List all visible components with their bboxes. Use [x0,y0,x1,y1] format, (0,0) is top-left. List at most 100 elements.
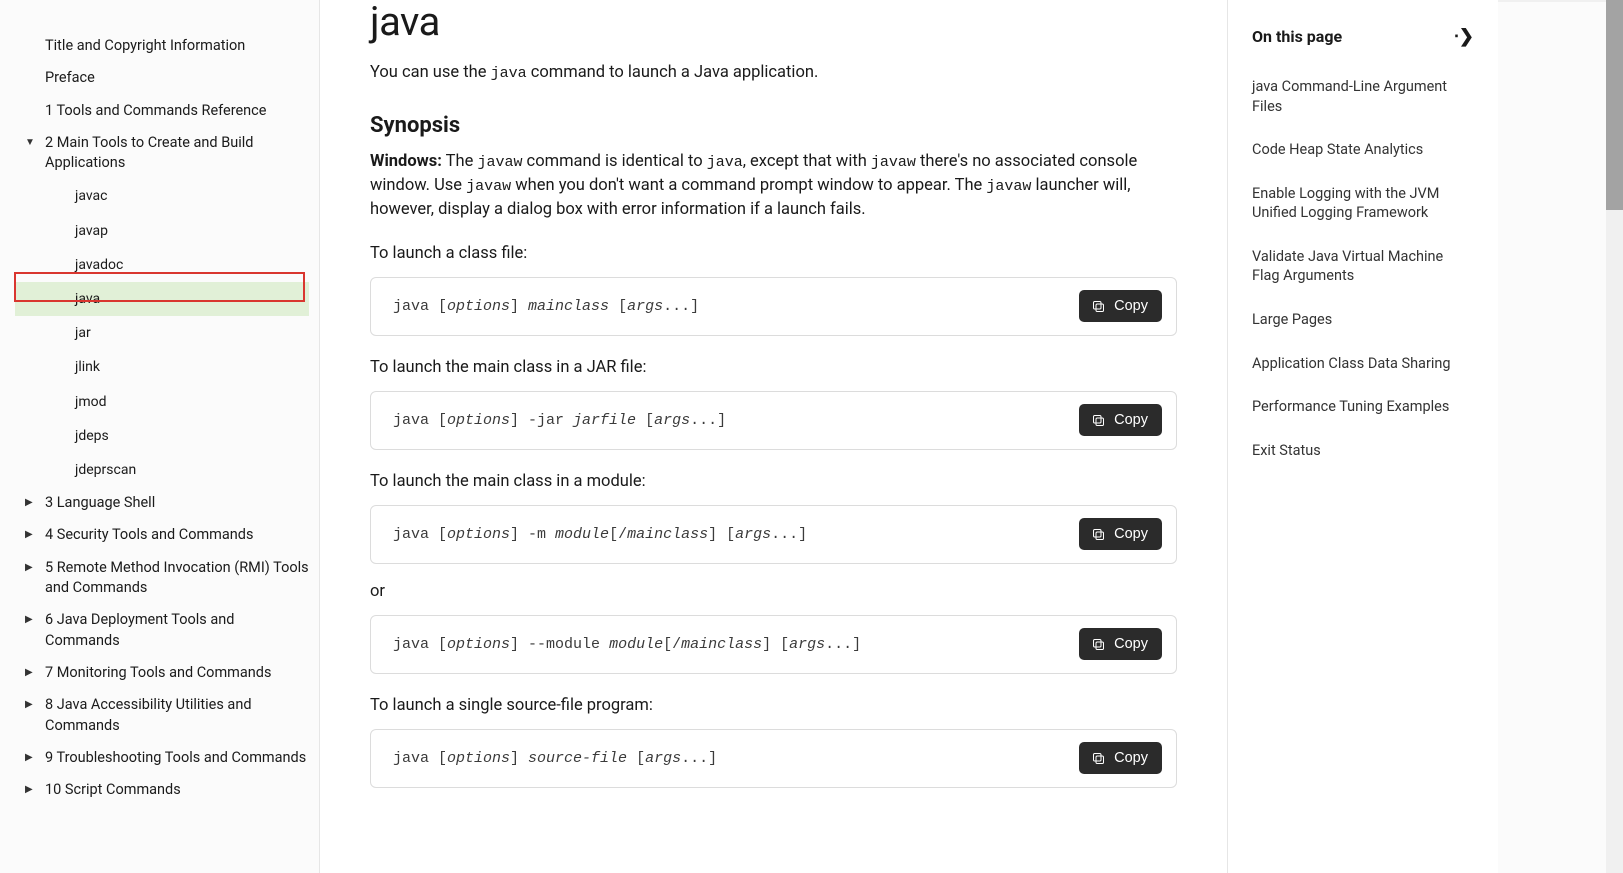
code: [ [636,412,654,429]
toc-item-ch2[interactable]: ▼ 2 Main Tools to Create and Build Appli… [0,127,319,180]
otp-item[interactable]: Code Heap State Analytics [1248,128,1478,172]
code: [/ [663,636,681,653]
inline-code: javaw [466,178,511,195]
text: command to launch a Java application. [527,63,819,82]
code-ital: options [447,298,510,315]
toc-label: Title and Copyright Information [45,36,309,56]
toc-label: 3 Language Shell [45,493,309,513]
code-ital: jarfile [573,412,636,429]
inline-code: java [707,154,743,171]
chevron-right-icon: ▶ [25,558,45,575]
code: ] -m [510,526,555,543]
synopsis-heading: Synopsis [370,113,1177,138]
scrollbar-thumb[interactable] [1606,0,1623,210]
otp-item[interactable]: Enable Logging with the JVM Unified Logg… [1248,172,1478,235]
otp-item[interactable]: Application Class Data Sharing [1248,342,1478,386]
toc-item-ch10[interactable]: ▶ 10 Script Commands [0,774,319,806]
copy-button[interactable]: Copy [1079,290,1162,322]
code: ] [510,750,528,767]
otp-item[interactable]: Validate Java Virtual Machine Flag Argum… [1248,235,1478,298]
copy-icon [1091,413,1106,428]
spacer [25,101,45,104]
toc-item-preface[interactable]: Preface [0,62,319,94]
code: java [ [393,298,447,315]
otp-item[interactable]: Performance Tuning Examples [1248,385,1478,429]
text: , except that with [743,152,871,171]
toc-label: 5 Remote Method Invocation (RMI) Tools a… [45,558,309,599]
chevron-right-icon: ▶ [25,695,45,712]
toc-sub-javap[interactable]: javap [75,214,319,248]
toc-sub-java[interactable]: java [15,282,309,316]
toc-item-ch3[interactable]: ▶ 3 Language Shell [0,487,319,519]
code: ] [ [762,636,789,653]
toc-item-ch8[interactable]: ▶ 8 Java Accessibility Utilities and Com… [0,689,319,742]
copy-label: Copy [1114,636,1148,652]
or-label: or [370,582,1177,601]
code-ital: options [447,412,510,429]
on-this-page-panel: On this page ∙❯ java Command-Line Argume… [1228,0,1498,873]
copy-label: Copy [1114,298,1148,314]
launch-label-classfile: To launch a class file: [370,244,1177,263]
inline-code: javaw [986,178,1031,195]
launch-label-single: To launch a single source-file program: [370,696,1177,715]
toc-item-ch5[interactable]: ▶ 5 Remote Method Invocation (RMI) Tools… [0,552,319,605]
toc-item-ch6[interactable]: ▶ 6 Java Deployment Tools and Commands [0,604,319,657]
code: java [ [393,636,447,653]
on-this-page-list: java Command-Line Argument Files Code He… [1248,65,1478,472]
on-this-page-title: On this page [1252,27,1342,46]
chevron-right-icon: ▶ [25,610,45,627]
launch-label-module: To launch the main class in a module: [370,472,1177,491]
code-ital: args [645,750,681,767]
otp-item[interactable]: Large Pages [1248,298,1478,342]
chevron-right-icon: ▶ [25,663,45,680]
code-ital: args [789,636,825,653]
code: java [ [393,412,447,429]
chevron-right-icon: ▶ [25,525,45,542]
text: The [442,152,478,171]
toc-item-ch7[interactable]: ▶ 7 Monitoring Tools and Commands [0,657,319,689]
copy-button[interactable]: Copy [1079,518,1162,550]
inline-code: java [491,65,527,82]
scrollbar-track[interactable] [1606,0,1623,873]
copy-icon [1091,299,1106,314]
toc-sub-jlink[interactable]: jlink [75,350,319,384]
code-ital: module [555,526,609,543]
otp-item[interactable]: java Command-Line Argument Files [1248,65,1478,128]
copy-button[interactable]: Copy [1079,628,1162,660]
code: ] [510,298,528,315]
collapse-panel-icon[interactable]: ∙❯ [1454,26,1474,47]
code: ...] [825,636,861,653]
toc-label: Preface [45,68,309,88]
toc-label: 8 Java Accessibility Utilities and Comma… [45,695,309,736]
otp-item[interactable]: Exit Status [1248,429,1478,473]
toc-sub-javadoc[interactable]: javadoc [75,248,319,282]
toc-sub-jar[interactable]: jar [75,316,319,350]
toc-label: 6 Java Deployment Tools and Commands [45,610,309,651]
toc-item-ch4[interactable]: ▶ 4 Security Tools and Commands [0,519,319,551]
copy-button[interactable]: Copy [1079,742,1162,774]
spacer [25,36,45,39]
copy-button[interactable]: Copy [1079,404,1162,436]
chevron-right-icon: ▶ [25,493,45,510]
copy-icon [1091,637,1106,652]
toc-sidebar: Title and Copyright Information Preface … [0,0,320,873]
toc-item-ch9[interactable]: ▶ 9 Troubleshooting Tools and Commands [0,742,319,774]
toc-item-ch1[interactable]: 1 Tools and Commands Reference [0,95,319,127]
code-block-jar: java [options] -jar jarfile [args...] Co… [370,391,1177,450]
toc-sub-javac[interactable]: javac [75,179,319,213]
toc-label: 7 Monitoring Tools and Commands [45,663,309,683]
code: [ [627,750,645,767]
toc-sub-jdeprscan[interactable]: jdeprscan [75,453,319,487]
code: ...] [681,750,717,767]
chevron-right-icon: ▶ [25,748,45,765]
code-ital: mainclass [528,298,609,315]
code-block-module: java [options] -m module[/mainclass] [ar… [370,505,1177,564]
toc-item-title-copyright[interactable]: Title and Copyright Information [0,30,319,62]
code-ital: source-file [528,750,627,767]
main-content: java You can use the java command to lau… [320,0,1228,873]
toc-sub-jdeps[interactable]: jdeps [75,419,319,453]
inline-code: javaw [477,154,522,171]
chevron-down-icon: ▼ [25,133,45,150]
copy-icon [1091,751,1106,766]
toc-sub-jmod[interactable]: jmod [75,385,319,419]
